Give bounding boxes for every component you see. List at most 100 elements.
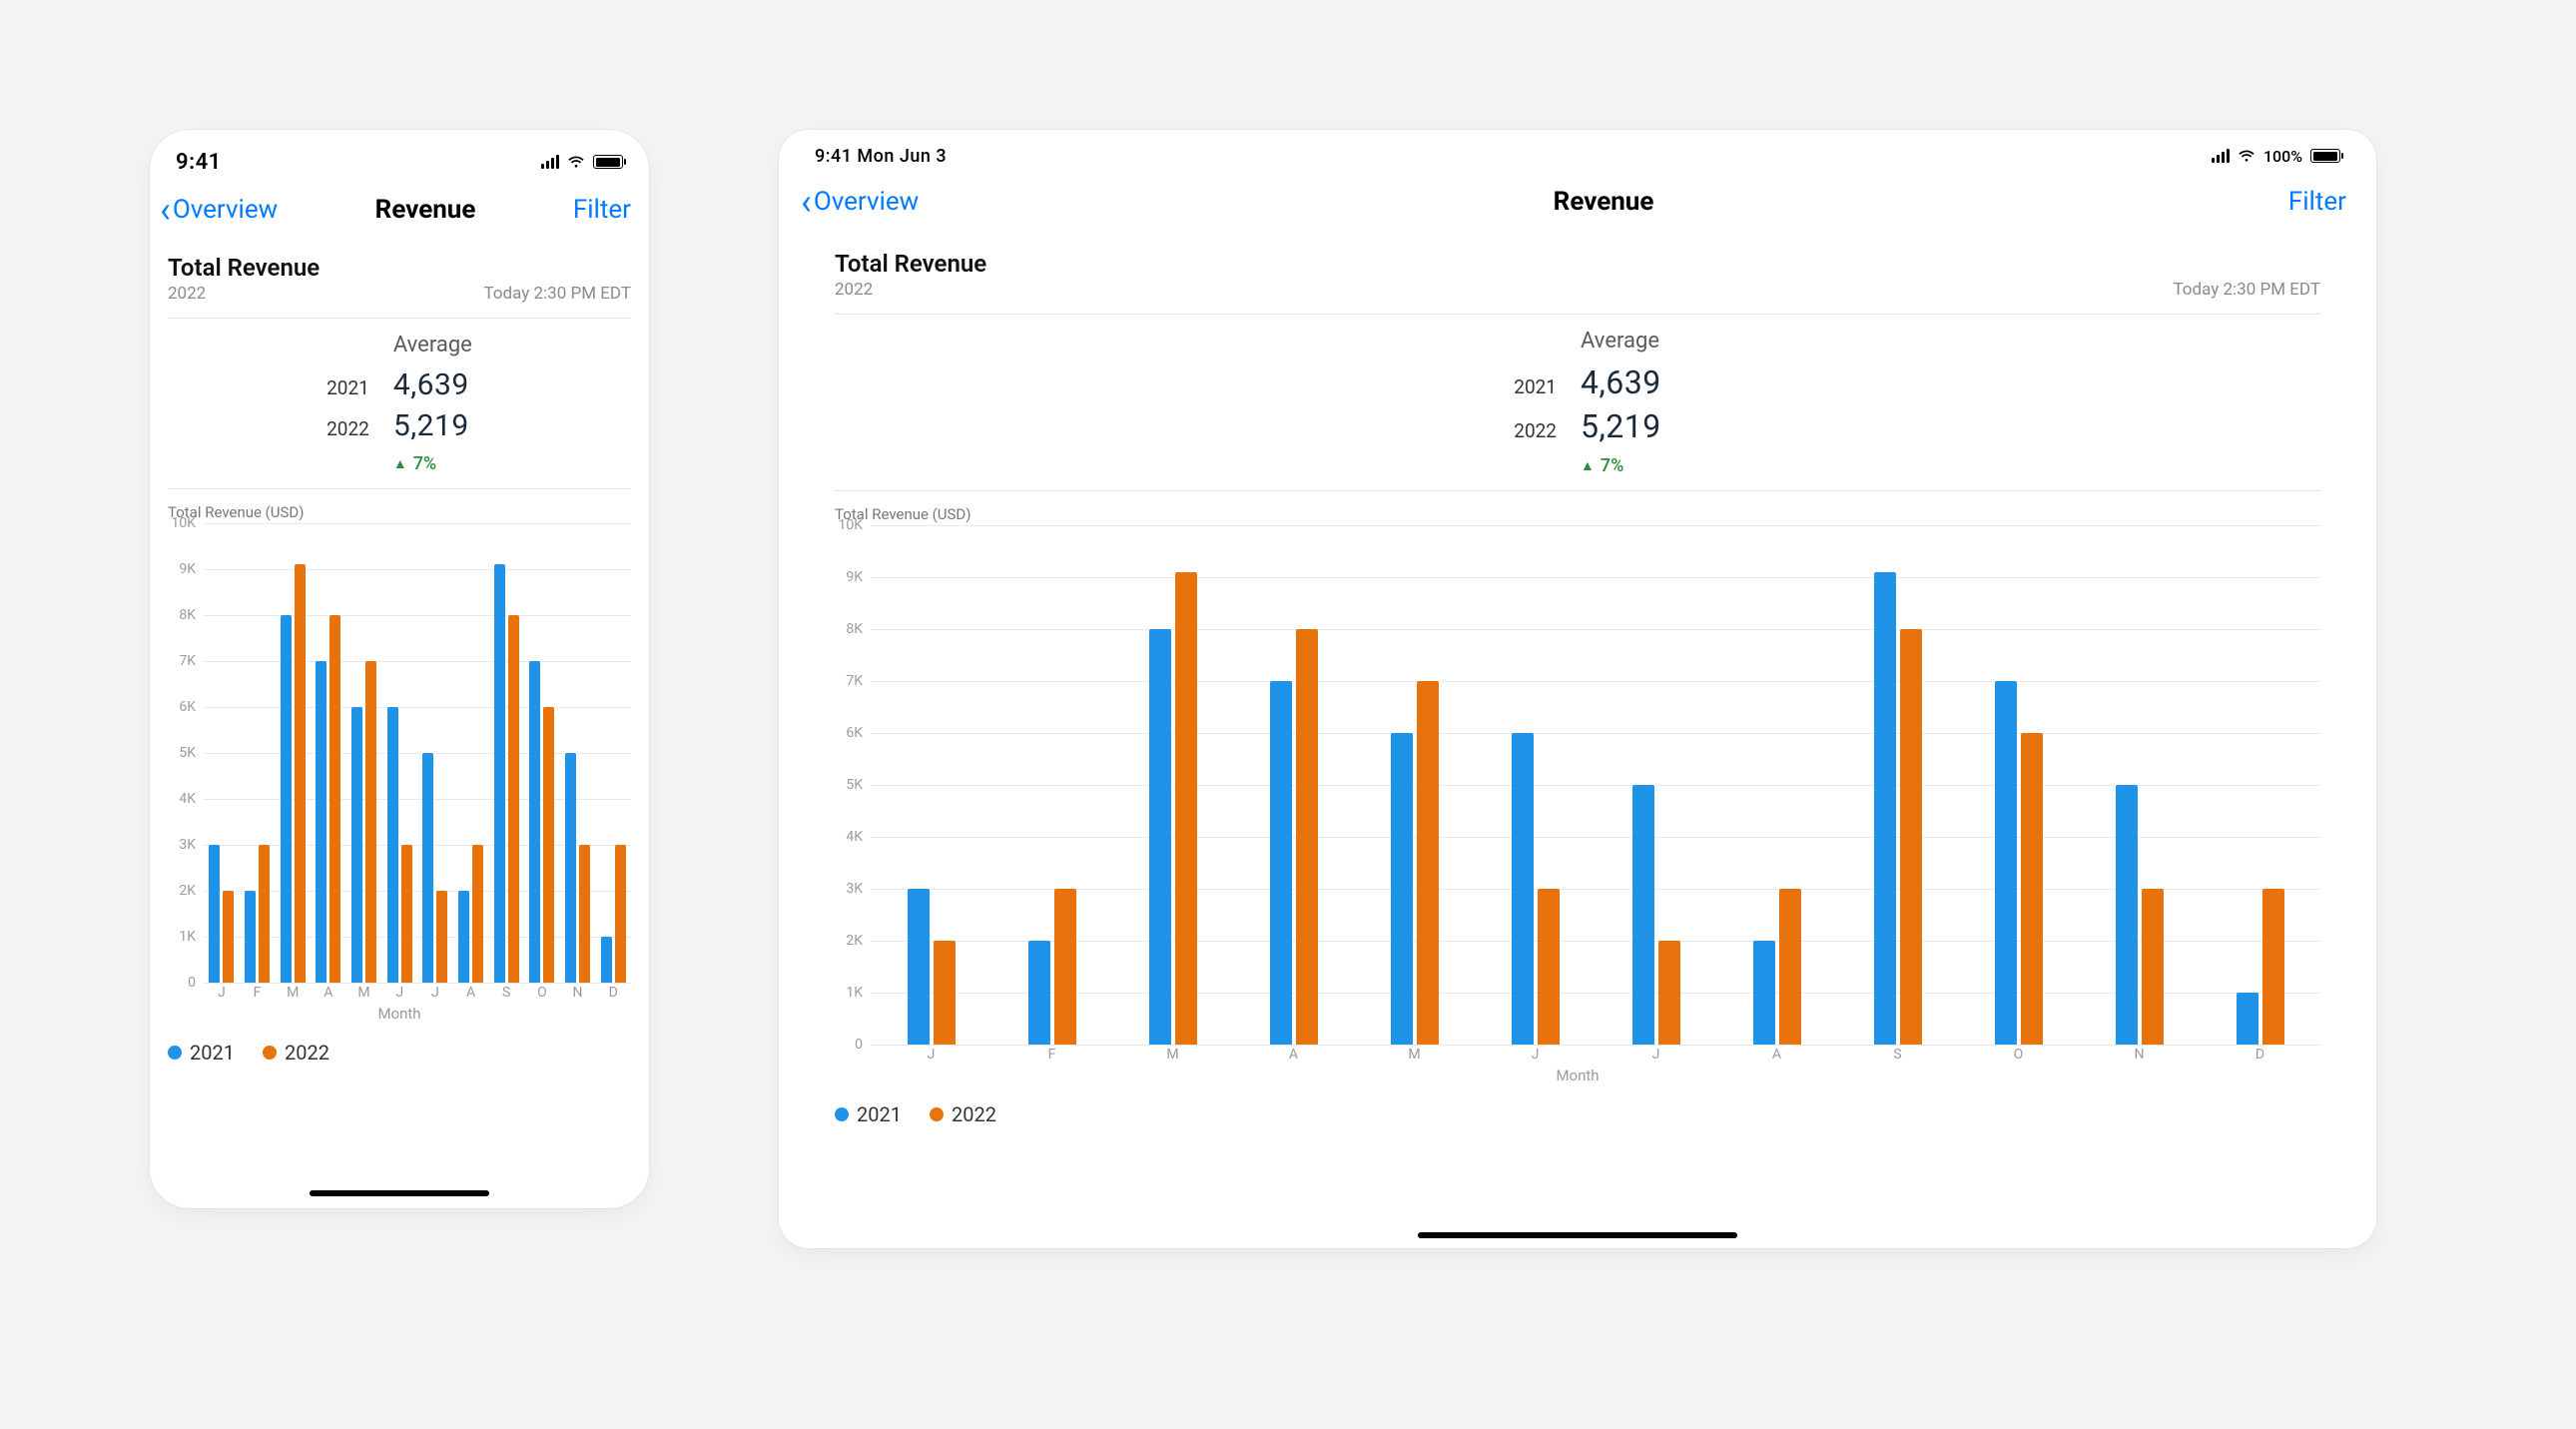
legend-item-2022: 2022	[930, 1102, 996, 1126]
wifi-icon	[2238, 149, 2255, 163]
x-tick-label: J	[1475, 1047, 1596, 1065]
bar-group	[281, 523, 306, 983]
chart-x-title: Month	[835, 1067, 2320, 1084]
divider	[835, 314, 2320, 315]
bar-2022	[1658, 941, 1680, 1045]
gridline	[871, 1045, 2320, 1046]
bar-group	[316, 523, 340, 983]
bar-group	[565, 523, 590, 983]
x-tick-label: F	[240, 985, 276, 1003]
bar-2022	[1779, 889, 1801, 1045]
chart-y-title: Total Revenue (USD)	[835, 505, 2320, 523]
bar-2022	[436, 891, 447, 983]
bar-2022	[472, 845, 483, 983]
bar-2021	[1028, 941, 1050, 1045]
bar-2021	[1391, 733, 1413, 1045]
y-tick-label: 0	[855, 1037, 863, 1053]
x-tick-label: J	[871, 1047, 991, 1065]
x-tick-label: D	[595, 985, 631, 1003]
bar-2021	[1270, 681, 1292, 1045]
y-tick-label: 1K	[179, 929, 196, 945]
bar-2021	[387, 707, 398, 983]
bar-2022	[2262, 889, 2284, 1045]
wifi-icon	[567, 155, 585, 169]
y-tick-label: 0	[188, 975, 196, 991]
bar-group	[1995, 525, 2043, 1045]
avg-year: 2021	[855, 375, 1563, 398]
statusbar: 9:41 Mon Jun 3 100%	[779, 130, 2376, 170]
revenue-chart: 01K2K3K4K5K6K7K8K9K10KJFMAMJJASOND	[168, 523, 631, 1003]
x-tick-label: N	[2079, 1047, 2200, 1065]
divider	[835, 490, 2320, 491]
bar-2021	[1753, 941, 1775, 1045]
bar-2021	[1512, 733, 1534, 1045]
bar-2022	[1296, 629, 1318, 1045]
bar-2021	[1149, 629, 1171, 1045]
delta-indicator: ▲ 7%	[1581, 455, 2320, 476]
y-tick-label: 8K	[179, 607, 196, 623]
y-tick-label: 3K	[179, 837, 196, 853]
bar-2022	[365, 661, 376, 983]
x-tick-label: J	[204, 985, 240, 1003]
legend-item-2021: 2021	[168, 1041, 235, 1065]
bar-2021	[529, 661, 540, 983]
bar-group	[601, 523, 626, 983]
y-tick-label: 9K	[179, 561, 196, 577]
page-title: Revenue	[375, 195, 476, 225]
x-tick-label: J	[381, 985, 417, 1003]
x-tick-label: M	[1112, 1047, 1233, 1065]
chevron-left-icon: ‹	[801, 184, 812, 220]
x-tick-label: M	[346, 985, 382, 1003]
x-tick-label: A	[1716, 1047, 1837, 1065]
bar-2021	[245, 891, 256, 983]
y-tick-label: 7K	[179, 653, 196, 669]
averages-table: Average 2021 4,639 2022 5,219 ▲ 7%	[168, 333, 631, 474]
y-tick-label: 2K	[179, 883, 196, 899]
y-tick-label: 4K	[846, 829, 863, 845]
bar-2022	[2021, 733, 2043, 1045]
avg-year: 2021	[168, 376, 375, 399]
bar-2022	[1538, 889, 1560, 1045]
legend-swatch-icon	[263, 1046, 277, 1060]
back-button[interactable]: ‹ Overview	[160, 192, 278, 228]
filter-button[interactable]: Filter	[573, 195, 631, 225]
content: Total Revenue 2022 Today 2:30 PM EDT Ave…	[150, 242, 649, 1065]
battery-pct: 100%	[2263, 147, 2302, 166]
x-tick-label: A	[311, 985, 346, 1003]
bar-2022	[579, 845, 590, 983]
bar-2021	[908, 889, 930, 1045]
legend-label: 2021	[190, 1041, 235, 1065]
legend-swatch-icon	[930, 1107, 944, 1121]
bar-2021	[209, 845, 220, 983]
bar-2021	[2237, 993, 2258, 1045]
bar-group	[1149, 525, 1197, 1045]
bar-2021	[281, 615, 292, 983]
x-tick-label: O	[524, 985, 560, 1003]
avg-year: 2022	[168, 417, 375, 440]
x-tick-label: J	[1596, 1047, 1716, 1065]
bar-2022	[259, 845, 270, 983]
filter-button[interactable]: Filter	[2288, 187, 2346, 217]
bar-2021	[1632, 785, 1654, 1045]
bar-group	[2237, 525, 2284, 1045]
back-button[interactable]: ‹ Overview	[801, 184, 919, 220]
x-tick-label: A	[453, 985, 489, 1003]
avg-value: 5,219	[1581, 407, 2320, 445]
battery-icon	[593, 155, 623, 169]
y-tick-label: 6K	[179, 699, 196, 715]
bar-2021	[2116, 785, 2138, 1045]
x-tick-label: M	[1354, 1047, 1475, 1065]
legend-label: 2022	[285, 1041, 329, 1065]
bar-2022	[1054, 889, 1076, 1045]
tablet-device: 9:41 Mon Jun 3 100% ‹ Overview Revenue F…	[779, 130, 2376, 1248]
legend-item-2022: 2022	[263, 1041, 329, 1065]
statusbar-time: 9:41	[176, 150, 222, 175]
section-title: Total Revenue	[835, 250, 986, 278]
legend-swatch-icon	[835, 1107, 849, 1121]
bar-2022	[2142, 889, 2164, 1045]
divider	[168, 488, 631, 489]
section-subyear: 2022	[168, 284, 320, 304]
bar-2022	[329, 615, 340, 983]
y-tick-label: 4K	[179, 791, 196, 807]
x-tick-label: D	[2200, 1047, 2320, 1065]
